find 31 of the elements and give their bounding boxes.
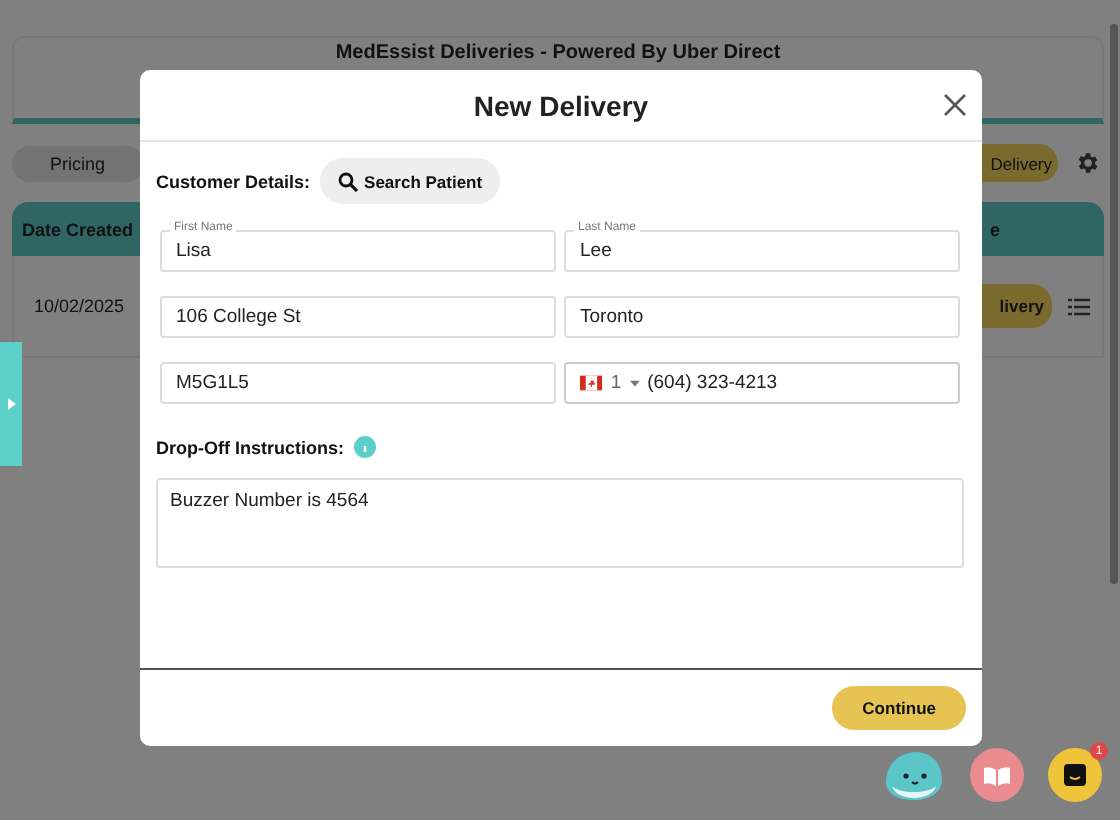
- dialog-title: New Delivery: [473, 89, 649, 121]
- list-icon[interactable]: [1068, 297, 1090, 315]
- page-title: MedEssist Deliveries - Powered By Uber Direct: [335, 42, 781, 64]
- settings-icon[interactable]: [1074, 150, 1100, 176]
- close-icon[interactable]: [944, 94, 966, 116]
- help-button[interactable]: [970, 748, 1024, 802]
- column-header: e: [989, 219, 1000, 239]
- chat-icon: [1064, 764, 1086, 786]
- section-label: Drop-Off Instructions:: [156, 437, 344, 457]
- pricing-button[interactable]: Pricing: [12, 145, 144, 181]
- whale-icon[interactable]: [882, 749, 946, 801]
- phone-number-input[interactable]: (604) 323-4213: [647, 372, 944, 394]
- text-field[interactable]: 106 College St: [160, 296, 556, 338]
- caret-icon[interactable]: [629, 379, 640, 387]
- text-field[interactable]: Lisa: [160, 230, 556, 272]
- continue-button[interactable]: Continue: [832, 686, 966, 730]
- scrollbar[interactable]: [1110, 24, 1118, 584]
- phone-field[interactable]: 1 (604) 323-4213: [564, 362, 960, 404]
- search-patient-button[interactable]: Search Patient: [320, 158, 501, 204]
- text-field[interactable]: Toronto: [564, 296, 960, 338]
- column-header: Date Created: [22, 219, 134, 239]
- flag-icon[interactable]: [580, 374, 603, 392]
- caret-icon: [7, 398, 15, 410]
- table-cell: 10/02/2025: [34, 296, 125, 316]
- instructions-field[interactable]: Buzzer Number is 4564: [156, 478, 964, 568]
- section-label: Customer Details:: [156, 171, 311, 191]
- text-field[interactable]: M5G1L5: [160, 362, 556, 404]
- search-icon: [338, 171, 359, 191]
- book-icon: [984, 765, 1010, 785]
- text-field[interactable]: Lee: [564, 230, 960, 272]
- country-code: 1: [610, 372, 622, 394]
